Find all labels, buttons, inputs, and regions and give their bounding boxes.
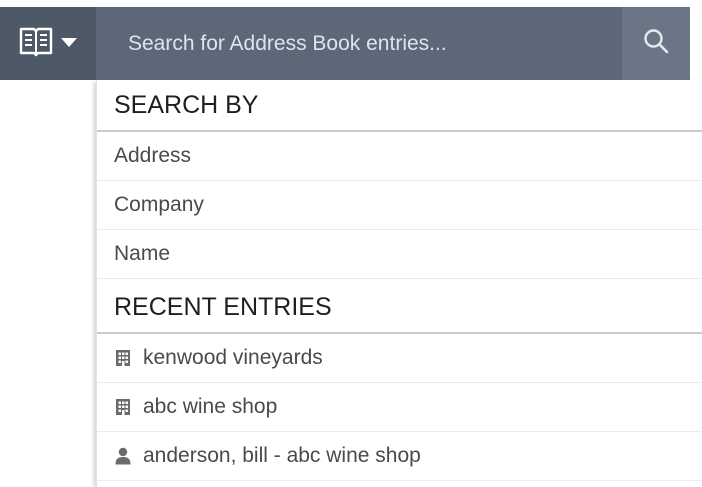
building-icon	[114, 398, 131, 416]
recent-entry[interactable]: anderson, bill - abc wine shop	[97, 432, 702, 481]
address-book-menu-button[interactable]	[0, 7, 96, 80]
recent-entry-label: kenwood vineyards	[143, 346, 323, 369]
recent-entries-header: RECENT ENTRIES	[97, 282, 702, 334]
chevron-down-icon	[60, 35, 78, 53]
search-dropdown: SEARCH BY Address Company Name RECENT EN…	[96, 80, 702, 487]
person-icon	[114, 447, 131, 465]
recent-entry-label: abc wine shop	[143, 395, 278, 418]
recent-entry-label: anderson, bill - abc wine shop	[143, 444, 421, 467]
search-by-address[interactable]: Address	[97, 132, 702, 181]
search-by-company[interactable]: Company	[97, 181, 702, 230]
search-icon	[643, 28, 669, 59]
address-book-icon	[18, 25, 54, 62]
recent-entry[interactable]: abc wine shop	[97, 383, 702, 432]
search-by-label: Company	[114, 193, 204, 216]
search-input[interactable]	[128, 31, 598, 56]
recent-entry[interactable]: kenwood vineyards	[97, 334, 702, 383]
search-button[interactable]	[622, 7, 690, 80]
top-bar	[0, 0, 702, 80]
building-icon	[114, 349, 131, 367]
search-by-name[interactable]: Name	[97, 230, 702, 279]
search-by-label: Address	[114, 144, 192, 167]
search-field	[96, 7, 622, 80]
search-by-label: Name	[114, 242, 171, 265]
search-by-header: SEARCH BY	[97, 80, 702, 132]
